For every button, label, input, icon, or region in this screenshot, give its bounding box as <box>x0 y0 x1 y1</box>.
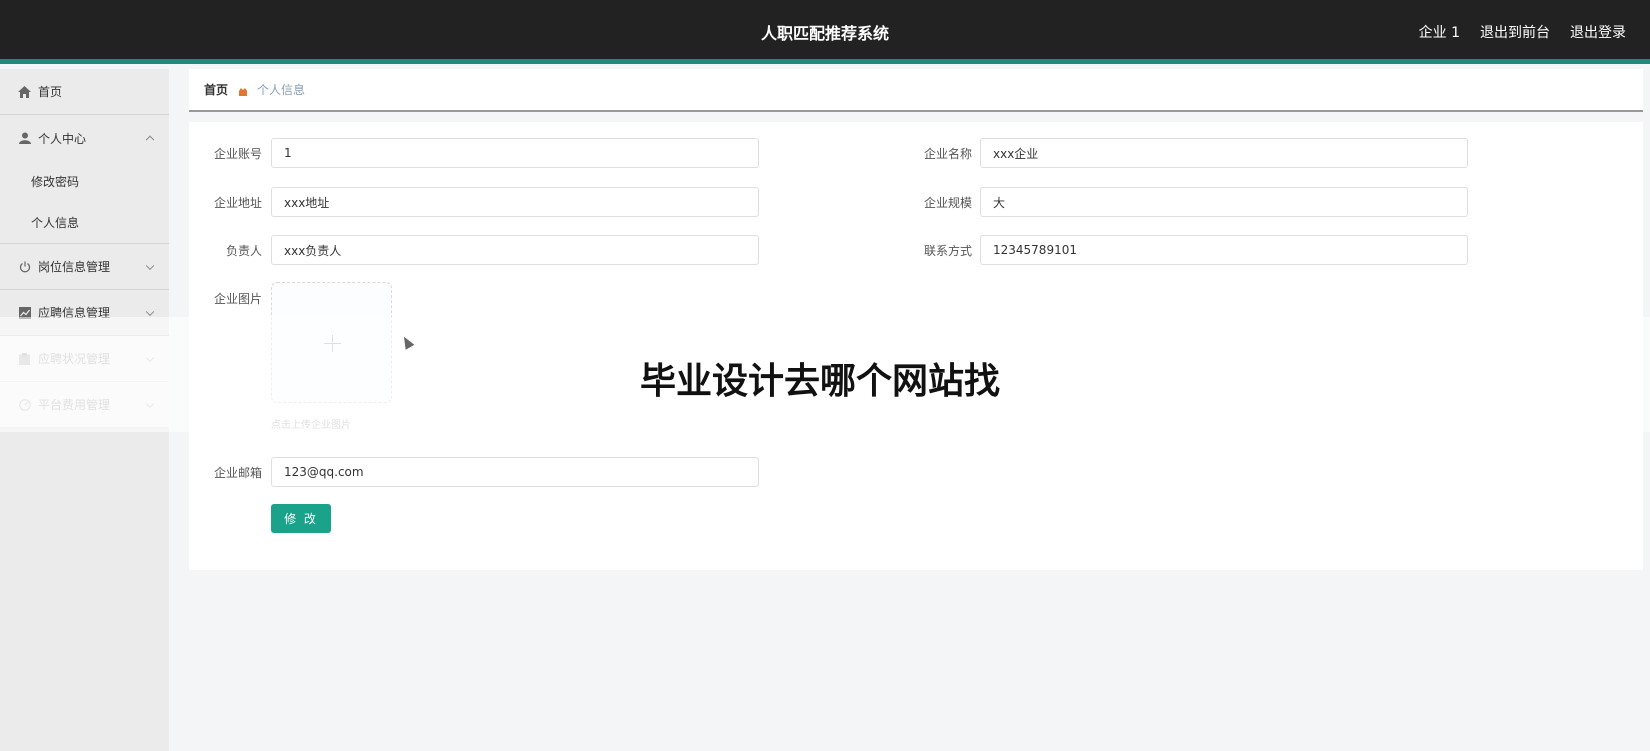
chevron-down-icon <box>145 353 155 362</box>
submit-button[interactable]: 修 改 <box>271 504 331 533</box>
scale-value: 大 <box>993 195 1006 210</box>
company-name-field[interactable]: xxx企业 <box>980 138 1468 168</box>
sidebar-item-platform-fee[interactable]: 平台费用管理 <box>0 382 169 428</box>
sidebar-item-label: 个人中心 <box>38 131 87 146</box>
current-user[interactable]: 企业 1 <box>1419 22 1460 42</box>
logout-link[interactable]: 退出登录 <box>1570 22 1626 42</box>
sidebar-item-label: 首页 <box>38 85 63 99</box>
address-label: 企业地址 <box>213 196 262 210</box>
back-to-front-link[interactable]: 退出到前台 <box>1480 22 1550 42</box>
address-field[interactable]: xxx地址 <box>271 187 759 217</box>
upload-hint: 点击上传企业图片 <box>271 420 351 431</box>
breadcrumb: 首页 个人信息 <box>189 69 1643 112</box>
scale-label: 企业规模 <box>923 196 972 210</box>
address-value: xxx地址 <box>284 195 330 210</box>
clipboard-icon <box>18 352 31 365</box>
image-label: 企业图片 <box>213 292 262 306</box>
breadcrumb-separator-icon <box>238 85 248 96</box>
chevron-up-icon <box>145 135 155 145</box>
sidebar-item-personal-center[interactable]: 个人中心 <box>0 115 169 161</box>
watermark-overlay-text: 毕业设计去哪个网站找 <box>639 361 1000 402</box>
sidebar-item-label: 应聘状况管理 <box>38 352 111 366</box>
breadcrumb-current: 个人信息 <box>257 83 306 97</box>
chart-icon <box>18 306 31 319</box>
manager-field[interactable]: xxx负责人 <box>271 235 759 265</box>
manager-value: xxx负责人 <box>284 243 342 258</box>
scale-field[interactable]: 大 <box>980 187 1468 217</box>
sidebar-subitem-change-password[interactable]: 修改密码 <box>0 161 169 202</box>
top-header: 人职匹配推荐系统 企业 1 退出到前台 退出登录 <box>0 0 1650 64</box>
contact-field[interactable]: 12345789101 <box>980 235 1468 265</box>
email-value: 123@qq.com <box>284 465 364 479</box>
home-icon <box>18 85 31 98</box>
sidebar-item-home[interactable]: 首页 <box>0 69 169 115</box>
email-field[interactable]: 123@qq.com <box>271 457 759 487</box>
plus-icon-vertical <box>332 335 333 352</box>
manager-label: 负责人 <box>225 244 262 258</box>
user-icon <box>18 132 31 145</box>
sidebar: 首页 个人中心 修改密码 个人信息 岗位信息管理 应聘信息管理 应聘状况管理 平… <box>0 69 169 751</box>
power-icon <box>18 260 31 273</box>
sidebar-item-job-info[interactable]: 岗位信息管理 <box>0 244 169 290</box>
sidebar-item-label: 平台费用管理 <box>38 398 111 412</box>
contact-label: 联系方式 <box>923 244 972 258</box>
header-actions: 企业 1 退出到前台 退出登录 <box>1419 22 1626 42</box>
account-field[interactable]: 1 <box>271 138 759 168</box>
chevron-down-icon <box>145 261 155 270</box>
sidebar-subitem-personal-info[interactable]: 个人信息 <box>0 202 169 243</box>
header-accent-bar <box>0 59 1650 64</box>
sidebar-item-application-status[interactable]: 应聘状况管理 <box>0 336 169 382</box>
app-title: 人职匹配推荐系统 <box>760 24 889 43</box>
chevron-down-icon <box>145 399 155 408</box>
account-label: 企业账号 <box>213 147 262 161</box>
company-name-value: xxx企业 <box>993 146 1039 161</box>
sidebar-item-label: 应聘信息管理 <box>38 306 111 320</box>
chevron-down-icon <box>145 307 155 316</box>
sidebar-item-label: 岗位信息管理 <box>38 260 111 274</box>
breadcrumb-home[interactable]: 首页 <box>204 81 228 98</box>
image-upload[interactable] <box>271 282 392 403</box>
sidebar-item-application-info[interactable]: 应聘信息管理 <box>0 290 169 336</box>
email-label: 企业邮箱 <box>213 466 262 480</box>
company-name-label: 企业名称 <box>923 147 972 161</box>
account-value: 1 <box>284 146 292 160</box>
gauge-icon <box>18 398 31 411</box>
contact-value: 12345789101 <box>993 243 1077 257</box>
